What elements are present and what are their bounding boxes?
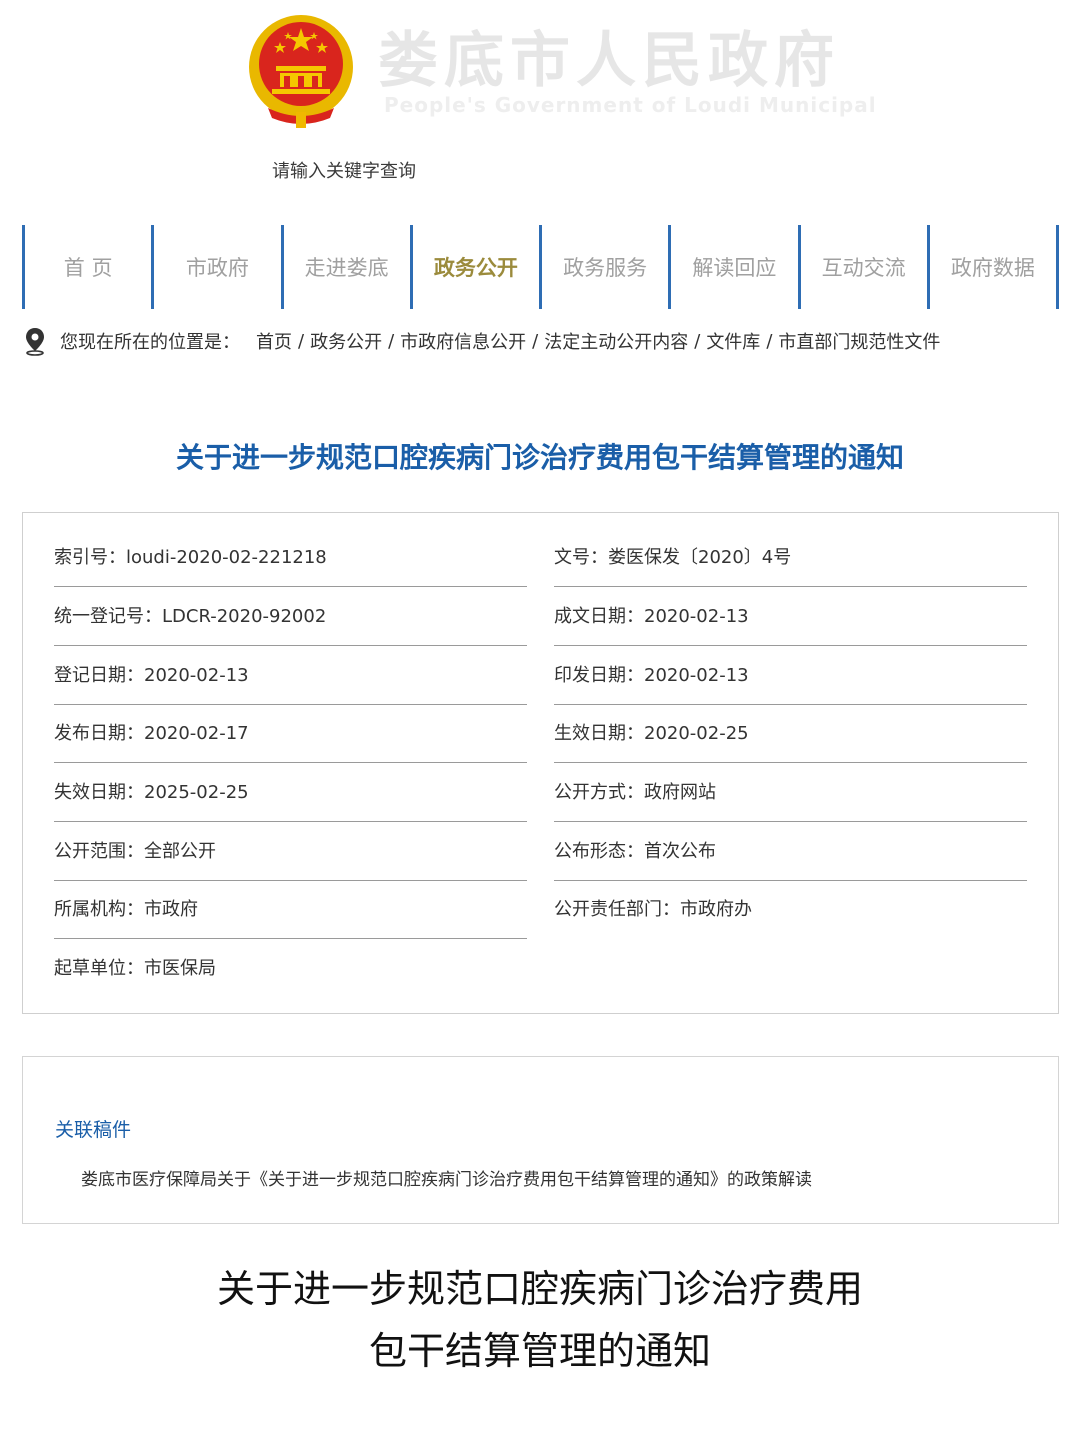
- meta-organization: 所属机构：市政府: [54, 881, 527, 939]
- meta-publication-form: 公布形态：首次公布: [554, 823, 1027, 881]
- breadcrumb-separator: /: [298, 330, 305, 352]
- related-link[interactable]: 娄底市医疗保障局关于《关于进一步规范口腔疾病门诊治疗费用包干结算管理的通知》的政…: [81, 1165, 812, 1190]
- site-subtitle: People's Government of Loudi Municipal: [384, 93, 877, 117]
- nav-item-home[interactable]: 首 页: [22, 225, 151, 309]
- page-title: 关于进一步规范口腔疾病门诊治疗费用包干结算管理的通知: [175, 441, 904, 474]
- meta-expiry-date: 失效日期：2025-02-25: [54, 764, 527, 822]
- main-nav: 首 页 市政府 走进娄底 政务公开 政务服务 解读回应 互动交流 政府数据: [22, 225, 1059, 309]
- document-body-title-line-2: 包干结算管理的通知: [368, 1329, 711, 1373]
- document-body-title-line-1: 关于进一步规范口腔疾病门诊治疗费用: [216, 1267, 863, 1311]
- site-name: 娄底市人民政府: [378, 26, 840, 96]
- nav-item-government-services[interactable]: 政务服务: [539, 225, 668, 309]
- related-heading: 关联稿件: [55, 1119, 132, 1141]
- location-pin-icon: [26, 328, 44, 356]
- nav-item-city-government[interactable]: 市政府: [151, 225, 280, 309]
- document-body-title: 关于进一步规范口腔疾病门诊治疗费用 包干结算管理的通知: [0, 1258, 1080, 1382]
- breadcrumb-separator: /: [388, 330, 395, 352]
- breadcrumb-link-info-disclosure[interactable]: 市政府信息公开: [400, 328, 526, 354]
- breadcrumb-link-disclosure[interactable]: 政务公开: [310, 328, 382, 354]
- nav-item-about-loudi[interactable]: 走进娄底: [280, 225, 410, 309]
- national-emblem-icon[interactable]: [246, 12, 356, 130]
- meta-registration-number: 统一登记号：LDCR-2020-92002: [54, 588, 527, 646]
- breadcrumb-link-department-documents[interactable]: 市直部门规范性文件: [778, 328, 940, 354]
- meta-disclosure-scope: 公开范围：全部公开: [54, 823, 527, 881]
- breadcrumb-prefix: 您现在所在的位置是：: [60, 332, 240, 353]
- meta-written-date: 成文日期：2020-02-13: [554, 588, 1027, 646]
- meta-index-number: 索引号：loudi-2020-02-221218: [54, 529, 527, 587]
- meta-drafting-unit: 起草单位：市医保局: [54, 958, 216, 979]
- meta-document-number: 文号：娄医保发〔2020〕4号: [554, 529, 1027, 587]
- breadcrumb-link-home[interactable]: 首页: [256, 328, 292, 354]
- site-header: 娄底市人民政府 People's Government of Loudi Mun…: [0, 0, 1080, 210]
- nav-item-government-affairs-disclosure[interactable]: 政务公开: [409, 225, 539, 309]
- breadcrumb-separator: /: [694, 330, 701, 352]
- meta-responsible-department: 公开责任部门：市政府办: [554, 899, 752, 920]
- meta-effective-date: 生效日期：2020-02-25: [554, 705, 1027, 763]
- related-documents-panel: 关联稿件 娄底市医疗保障局关于《关于进一步规范口腔疾病门诊治疗费用包干结算管理的…: [22, 1056, 1059, 1224]
- meta-disclosure-method: 公开方式：政府网站: [554, 764, 1027, 822]
- breadcrumb-link-document-library[interactable]: 文件库: [706, 328, 760, 354]
- document-metadata-table: 索引号：loudi-2020-02-221218 统一登记号：LDCR-2020…: [22, 512, 1059, 1014]
- breadcrumb-link-statutory-content[interactable]: 法定主动公开内容: [544, 328, 688, 354]
- nav-item-interpretation[interactable]: 解读回应: [668, 225, 797, 309]
- meta-publish-date: 发布日期：2020-02-17: [54, 705, 527, 763]
- search-input[interactable]: 请输入关键字查询: [272, 158, 532, 186]
- breadcrumb: 您现在所在的位置是： 首页 / 政务公开 / 市政府信息公开 / 法定主动公开内…: [22, 326, 940, 356]
- meta-registration-date: 登记日期：2020-02-13: [54, 647, 527, 705]
- nav-item-interaction[interactable]: 互动交流: [797, 225, 927, 309]
- meta-issue-date: 印发日期：2020-02-13: [554, 647, 1027, 705]
- nav-item-government-data[interactable]: 政府数据: [926, 225, 1059, 309]
- breadcrumb-separator: /: [532, 330, 539, 352]
- breadcrumb-separator: /: [766, 330, 773, 352]
